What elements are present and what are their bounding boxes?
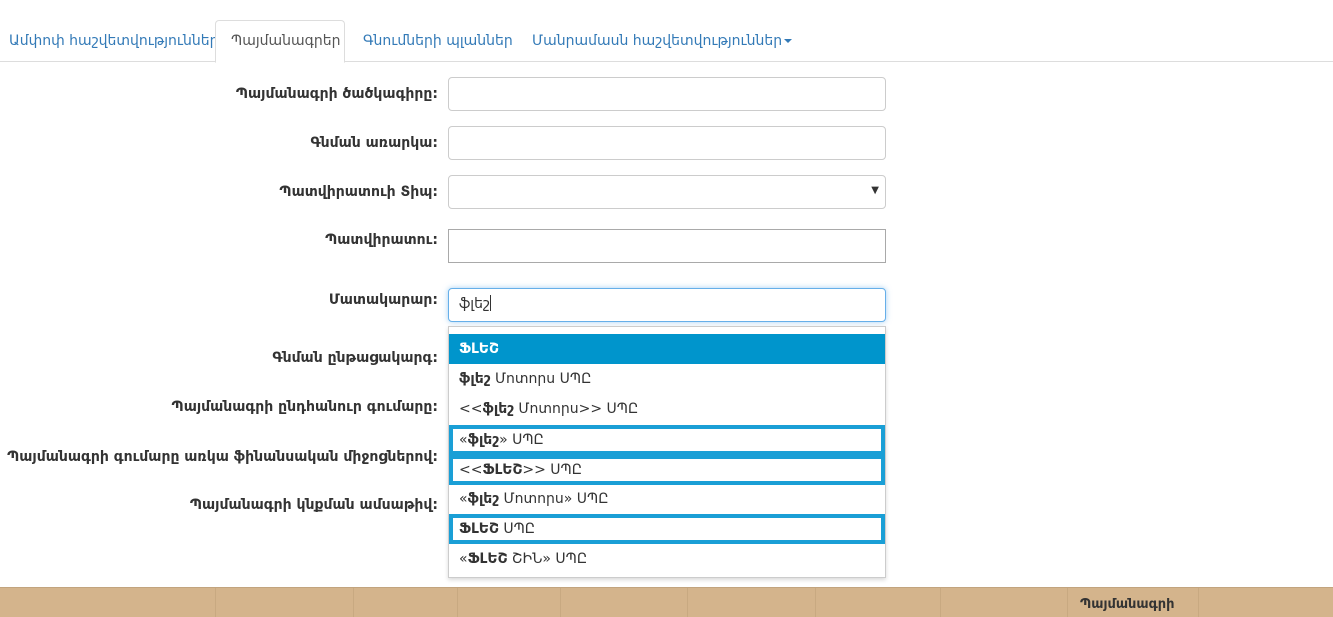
suggestion-item[interactable]: <<ՖԼԵՇ>> ՍՊԸ xyxy=(449,455,885,485)
table-header-cell xyxy=(353,588,354,617)
tab-label: Մանրամասն հաշվետվություններ xyxy=(532,33,783,49)
results-table-header: Պայմանագրի xyxy=(0,587,1333,617)
suggestion-match: ՖԼԵՇ xyxy=(459,341,499,357)
contract-code-input[interactable] xyxy=(448,77,886,111)
procedure-label: Գնման ընթացակարգ: xyxy=(272,350,438,366)
tab-label: Պայմանագրեր xyxy=(231,33,341,49)
tab-contracts[interactable]: Պայմանագրեր xyxy=(215,20,345,63)
suggestion-item[interactable]: ՖԼԵՇ ՍՊԸ xyxy=(449,514,885,544)
sign-date-label: Պայմանագրի կնքման ամսաթիվ: xyxy=(189,497,438,513)
table-header-cell xyxy=(940,588,941,617)
financial-means-label: Պայմանագրի գումարը առկա ֆինանսական միջոց… xyxy=(7,449,438,465)
suggestion-suffix: » ՍՊԸ xyxy=(499,432,544,448)
text-cursor xyxy=(489,295,491,311)
tab-label: Ամփոփ հաշվետվություններ xyxy=(9,33,219,49)
suggestion-match: ֆլեշ xyxy=(482,401,514,417)
suggestion-prefix: « xyxy=(459,551,468,567)
table-header-cell xyxy=(815,588,816,617)
select-arrow-icon: ▼ xyxy=(871,185,879,196)
suggestion-match: ՖԼԵՇ xyxy=(467,551,508,567)
supplier-label: Մատակարար: xyxy=(328,292,438,308)
customer-type-label: Պատվիրատուի Տիպ: xyxy=(279,184,438,200)
supplier-input[interactable]: ֆլեշ xyxy=(448,288,886,322)
table-header-cell xyxy=(457,588,458,617)
total-amount-label: Պայմանագրի ընդհանուր գումարը: xyxy=(171,399,438,415)
table-header-cell xyxy=(687,588,688,617)
tab-summary-reports[interactable]: Ամփոփ հաշվետվություններ xyxy=(0,20,233,62)
suggestion-prefix: « xyxy=(459,491,468,507)
suggestion-match: ֆլեշ xyxy=(467,491,500,507)
suggestion-prefix: << xyxy=(459,462,483,478)
contracts-search-page: Ամփոփ հաշվետվություններ Պայմանագրեր Գնու… xyxy=(0,0,1333,617)
subject-input[interactable] xyxy=(448,126,886,160)
tab-label: Գնումների պլաններ xyxy=(363,33,513,49)
suggestion-suffix: ՍՊԸ xyxy=(498,521,536,537)
customer-label: Պատվիրատու: xyxy=(325,232,438,248)
suggestion-item[interactable]: «ՖԼԵՇ ՇԻՆ» ՍՊԸ xyxy=(449,544,885,574)
suggestion-match: ֆլեշ xyxy=(467,432,500,448)
suggestion-suffix: Մոտորս>> ՍՊԸ xyxy=(513,401,639,417)
suggestion-suffix: >> ՍՊԸ xyxy=(522,462,582,478)
suggestion-item[interactable]: ֆլեշ Մոտորս ՍՊԸ xyxy=(449,364,885,394)
suggestion-item[interactable]: «ֆլեշ Մոտորս» ՍՊԸ xyxy=(449,484,885,514)
table-header-cell xyxy=(1067,588,1068,617)
column-header-contract[interactable]: Պայմանագրի xyxy=(1080,597,1174,612)
table-header-cell xyxy=(1198,588,1199,617)
tab-detailed-reports[interactable]: Մանրամասն հաշվետվություններ xyxy=(517,20,807,62)
supplier-input-value: ֆլեշ xyxy=(459,296,490,312)
supplier-autocomplete-list: ՖԼԵՇ ֆլեշ Մոտորս ՍՊԸ <<ֆլեշ Մոտորս>> ՍՊԸ… xyxy=(448,326,886,578)
suggestion-suffix: Մոտորս ՍՊԸ xyxy=(490,371,592,387)
suggestion-prefix: << xyxy=(459,401,483,417)
caret-down-icon xyxy=(784,39,793,43)
tab-procurement-plans[interactable]: Գնումների պլաններ xyxy=(348,20,528,62)
suggestion-match: ՖԼԵՇ xyxy=(482,462,523,478)
suggestion-item[interactable]: «ֆլեշ» ՍՊԸ xyxy=(449,425,885,455)
contract-code-label: Պայմանագրի ծածկագիրը: xyxy=(235,86,438,102)
subject-label: Գնման առարկա: xyxy=(310,135,438,151)
customer-type-select[interactable]: ▼ xyxy=(448,175,886,209)
suggestion-suffix: Մոտորս» ՍՊԸ xyxy=(499,491,609,507)
suggestion-match: ֆլեշ xyxy=(459,371,491,387)
table-header-cell xyxy=(215,588,216,617)
suggestion-item[interactable]: ՖԼԵՇ xyxy=(449,334,885,364)
suggestion-match: ՖԼԵՇ xyxy=(459,521,499,537)
tab-bar: Ամփոփ հաշվետվություններ Պայմանագրեր Գնու… xyxy=(0,0,1333,63)
table-header-cell xyxy=(560,588,561,617)
suggestion-prefix: « xyxy=(459,432,468,448)
suggestion-item[interactable]: <<ֆլեշ Մոտորս>> ՍՊԸ xyxy=(449,394,885,424)
suggestion-suffix: ՇԻՆ» ՍՊԸ xyxy=(507,551,588,567)
customer-input[interactable] xyxy=(448,229,886,263)
